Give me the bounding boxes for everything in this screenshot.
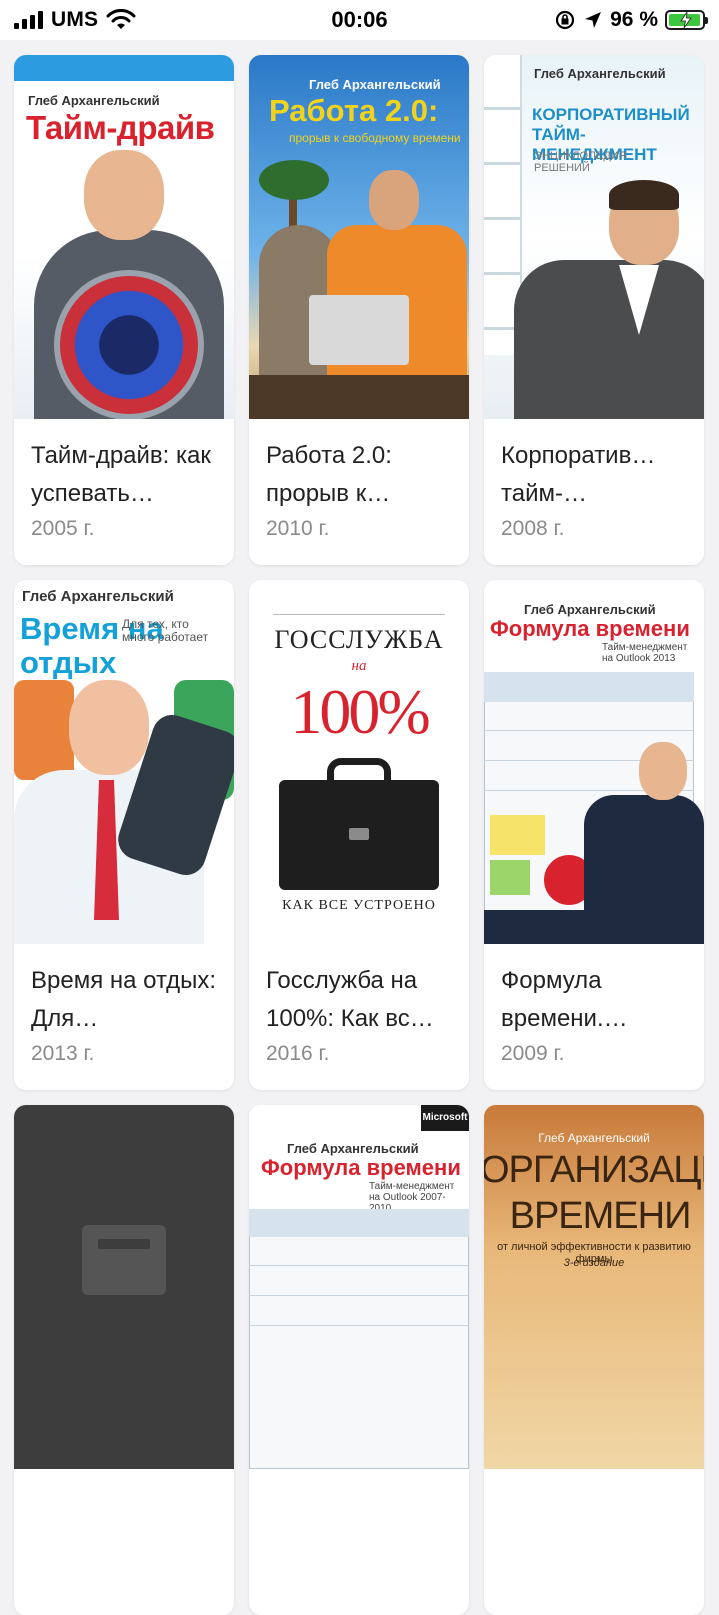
book-title: Время на отдых: Для… [31,967,217,1032]
book-title: Корпоратив… тайм-… [501,442,656,507]
book-cover: Microsoft Глеб Архангельский Формула вре… [249,1105,469,1469]
book-card[interactable]: Microsoft Глеб Архангельский Формула вре… [249,1105,469,1615]
book-cover: Глеб Архангельский Время на отдых Для те… [14,580,234,944]
signal-bars-icon [14,11,43,29]
book-cover: ГОССЛУЖБА на 100% КАК ВСЕ УСТРОЕНО [249,580,469,944]
rotation-lock-icon [556,10,575,30]
location-arrow-icon [585,12,602,28]
battery-percent: 96 % [610,8,658,31]
cover-author: Глеб Архангельский [309,77,441,92]
book-card[interactable]: Глеб Архангельский Работа 2.0: прорыв к … [249,55,469,565]
book-title: Тайм-драйв: как успевать… [31,442,211,507]
status-bar: UMS 00:06 96 % [0,0,719,40]
book-cover: Глеб Архангельский ОРГАНИЗАЦИЯ ВРЕМЕНИ о… [484,1105,704,1469]
book-title [266,1487,453,1563]
cover-author: Глеб Архангельский [524,602,656,617]
book-year: 2013 г. [31,1042,95,1065]
book-card[interactable]: Глеб Архангельский Тайм-драйв Тайм-драйв… [14,55,234,565]
book-card[interactable]: Глеб Архангельский КОРПОРАТИВНЫЙ ТАЙМ-МЕ… [484,55,704,565]
book-card[interactable] [14,1105,234,1615]
cover-subtitle: Для тех, кто много работает [122,617,209,644]
book-year: 2010 г. [266,517,330,540]
book-card[interactable]: Глеб Архангельский Время на отдых Для те… [14,580,234,1090]
book-title [501,1487,688,1563]
carrier-name: UMS [51,8,99,31]
clock: 00:06 [331,7,388,32]
book-grid: Глеб Архангельский Тайм-драйв Тайм-драйв… [14,55,706,1615]
cover-badge: Microsoft [421,1105,469,1131]
book-year: 2008 г. [501,517,565,540]
book-year: 2009 г. [501,1042,565,1065]
cover-percent: 100% [290,676,430,747]
book-year: 2005 г. [31,517,95,540]
cover-title: ОРГАНИЗАЦИЯ ВРЕМЕНИ [484,1149,704,1237]
cover-edition: 3-е издание [563,1257,625,1269]
book-card[interactable]: Глеб Архангельский ОРГАНИЗАЦИЯ ВРЕМЕНИ о… [484,1105,704,1615]
book-cover: Глеб Архангельский Тайм-драйв [14,55,234,419]
cover-na: на [351,658,367,674]
book-placeholder-icon [82,1225,166,1295]
book-card[interactable]: Глеб Архангельский Формула времени Тайм-… [484,580,704,1090]
cover-title: Работа 2.0: [269,93,439,128]
book-cover-placeholder [14,1105,234,1469]
cover-author: Глеб Архангельский [22,588,174,605]
cover-title: ГОССЛУЖБА [274,625,444,654]
cover-author: Глеб Архангельский [287,1141,419,1156]
cover-title: Формула времени [261,1155,461,1180]
book-cover: Глеб Архангельский Работа 2.0: прорыв к … [249,55,469,419]
cover-subtitle: ЭНЦИКЛОПЕДИЯ РЕШЕНИЙ [534,150,627,174]
book-title: Работа 2.0: прорыв к… [266,442,392,507]
cover-subtitle: Тайм-менеджмент на Outlook 2013 [602,642,688,664]
book-year: 2016 г. [266,1042,330,1065]
book-cover: Глеб Архангельский Формула времени Тайм-… [484,580,704,944]
cover-title: Тайм-драйв [26,109,215,146]
cover-subtitle: прорыв к свободному времени [289,131,461,145]
cover-author: Глеб Архангельский [534,66,666,81]
cover-footer: КАК ВСЕ УСТРОЕНО [282,898,436,913]
battery-charging-icon [665,10,708,30]
cover-title: Формула времени [490,616,690,641]
cover-author: Глеб Архангельский [538,1131,650,1145]
cover-author: Глеб Архангельский [28,93,160,108]
wifi-icon [106,9,136,29]
book-card[interactable]: ГОССЛУЖБА на 100% КАК ВСЕ УСТРОЕНО Госсл… [249,580,469,1090]
book-title [31,1487,218,1563]
book-title: Госслужба на 100%: Как вс… [266,967,434,1032]
book-cover: Глеб Архангельский КОРПОРАТИВНЫЙ ТАЙМ-МЕ… [484,55,704,419]
stopwatch-image [54,270,204,419]
book-title: Формула времени.… [501,967,628,1032]
